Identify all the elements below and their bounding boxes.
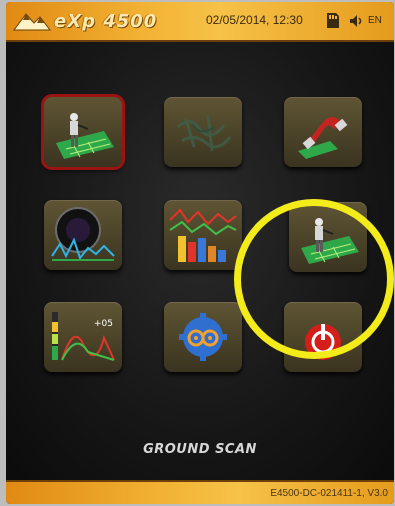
date-time: 02/05/2014, 12:30 [206, 13, 303, 27]
magnet-icon [298, 117, 348, 159]
language-indicator[interactable]: EN [368, 15, 382, 26]
tunnel-scan-icon [176, 114, 232, 152]
tile-magnetometer[interactable] [284, 97, 362, 167]
gears-icon [179, 313, 227, 361]
signal-value: +05 [94, 319, 113, 329]
main-menu: +05 GROUND SCAN [6, 42, 394, 480]
ground-scan-icon [56, 113, 114, 159]
device-screen: eXp 4500 02/05/2014, 12:30 EN +05 GROUND… [6, 2, 394, 504]
discrimination-icon [169, 208, 237, 262]
tile-system-check[interactable]: +05 [44, 302, 122, 372]
tile-live-stream[interactable] [44, 200, 122, 270]
highlight-circle [234, 199, 394, 359]
signal-graph-icon: +05 [52, 312, 115, 361]
tile-tunnel-scan[interactable] [164, 97, 242, 167]
tile-ground-scan[interactable] [44, 97, 122, 167]
logo-text: eXp 4500 [54, 11, 158, 32]
mode-label: GROUND SCAN [143, 442, 257, 457]
tile-discrimination[interactable] [164, 200, 242, 270]
brand-logo: eXp 4500 [12, 8, 162, 34]
status-bar: eXp 4500 02/05/2014, 12:30 EN [6, 2, 394, 42]
footer-bar: E4500-DC-021411-1, V3.0 [6, 480, 394, 504]
tile-settings[interactable] [164, 302, 242, 372]
firmware-version: E4500-DC-021411-1, V3.0 [270, 488, 388, 499]
speaker-icon[interactable] [349, 14, 363, 28]
sd-card-icon [327, 13, 339, 28]
live-stream-icon [51, 207, 115, 261]
mountain-logo-icon [13, 13, 52, 31]
